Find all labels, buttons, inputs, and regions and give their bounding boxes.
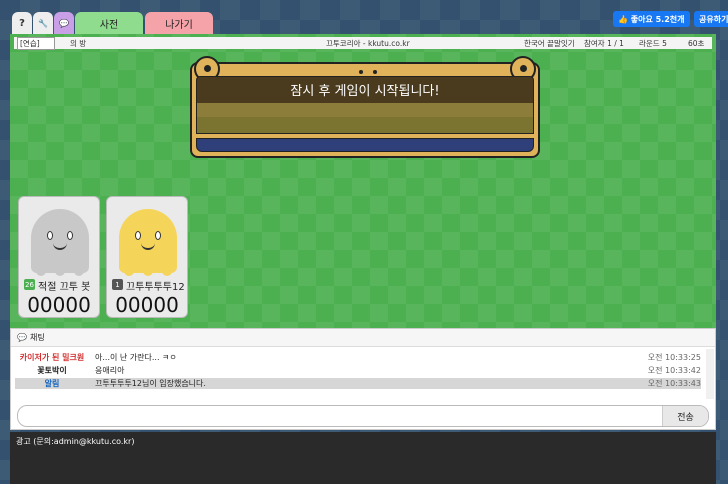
facebook-like-label: 👍 좋아요 5.2천개 (618, 14, 685, 24)
help-button[interactable]: ? (12, 12, 32, 34)
room-id: [연습] (17, 36, 55, 50)
board-display: 잠시 후 게임이 시작됩니다! (196, 76, 534, 134)
avatar-eye (67, 231, 73, 240)
chat-message: 꽃토박이 응애리아 오전 10:33:42 (15, 365, 701, 376)
round-count: 라운드 5 (639, 38, 667, 48)
tab-exit[interactable]: 나가기 (145, 12, 213, 34)
chat-scrollbar[interactable] (706, 349, 714, 399)
chat-message: 카이저가 된 밀크원 아...이 난 가란다... ㅋㅇ 오전 10:33:25 (15, 352, 701, 363)
chat-time: 오전 10:33:42 (647, 366, 701, 375)
time-limit: 60초 (688, 38, 705, 48)
site-title: 끄투코리아 - kkutu.co.kr (326, 38, 410, 48)
player-level-badge: 1 (112, 279, 123, 290)
room-label: 의 방 (70, 38, 87, 48)
chat-time: 오전 10:33:25 (647, 353, 701, 362)
settings-button[interactable]: 🔧 (33, 12, 53, 34)
chat-author: 알림 (44, 379, 60, 388)
avatar-mouth (141, 243, 155, 250)
player-avatar (119, 209, 177, 276)
ad-banner: 광고 (문의:admin@kkutu.co.kr) (10, 432, 716, 484)
send-button[interactable]: 전송 (662, 406, 708, 426)
tab-dictionary-label: 사전 (99, 19, 119, 31)
tab-dictionary[interactable]: 사전 (75, 12, 143, 34)
chat-icon: 💬 (17, 333, 27, 342)
chat-text: 아...이 난 가란다... ㅋㅇ (95, 353, 177, 362)
chat-time: 오전 10:33:43 (647, 379, 701, 388)
chat-text: 끄투투투투12님이 입장했습니다. (95, 379, 206, 388)
board-timer-bar (196, 138, 534, 152)
help-icon: ? (19, 17, 25, 29)
facebook-share-label: 공유하기 (699, 14, 728, 24)
game-board: 잠시 후 게임이 시작됩니다! (190, 56, 540, 158)
player-name: 끄투투투투12 (126, 282, 185, 293)
chat-author[interactable]: 꽃토박이 (15, 365, 89, 376)
game-room: [연습] 의 방 끄투코리아 - kkutu.co.kr 한국어 끝말잇기 참여… (10, 34, 716, 328)
board-strip-lower (197, 117, 533, 133)
game-mode: 한국어 끝말잇기 (524, 38, 575, 48)
board-message: 잠시 후 게임이 시작됩니다! (290, 83, 440, 99)
top-bar: ? 🔧 💬 사전 나가기 👍 좋아요 5.2천개 공유하기 (0, 0, 728, 34)
player-avatar (31, 209, 89, 276)
player-score: 00000 (27, 293, 91, 317)
chat-title: 채팅 (29, 333, 45, 342)
player-name: 적절 끄투 봇 (38, 282, 91, 293)
facebook-like-button[interactable]: 👍 좋아요 5.2천개 (613, 11, 690, 27)
chat-text: 응애리아 (95, 366, 125, 375)
chat-bubble-icon: 💬 (59, 18, 69, 28)
chat-input-wrap: 전송 (17, 405, 709, 427)
avatar-eye (47, 231, 53, 240)
chat-toggle-button[interactable]: 💬 (54, 12, 74, 34)
player-level-badge: 26 (24, 279, 35, 290)
chat-header: 💬 채팅 (11, 329, 715, 347)
player-card[interactable]: 26 적절 끄투 봇 00000 (18, 196, 100, 318)
board-strip-upper (197, 103, 533, 117)
player-score: 00000 (115, 293, 179, 317)
chat-author[interactable]: 카이저가 된 밀크원 (15, 352, 89, 363)
facebook-share-button[interactable]: 공유하기 (694, 11, 728, 27)
avatar-eye (155, 231, 161, 240)
room-info-bar: [연습] 의 방 끄투코리아 - kkutu.co.kr 한국어 끝말잇기 참여… (14, 36, 712, 50)
player-card[interactable]: 1 끄투투투투12 00000 (106, 196, 188, 318)
chat-input[interactable] (24, 408, 654, 424)
chat-notice: 알림 끄투투투투12님이 입장했습니다. 오전 10:33:43 (15, 378, 701, 389)
wrench-icon: 🔧 (38, 18, 48, 28)
chat-panel: 💬 채팅 카이저가 된 밀크원 아...이 난 가란다... ㅋㅇ 오전 10:… (10, 328, 716, 430)
ad-text: 광고 (문의:admin@kkutu.co.kr) (16, 437, 135, 446)
avatar-eye (135, 231, 141, 240)
tab-exit-label: 나가기 (165, 19, 193, 31)
avatar-mouth (53, 243, 67, 250)
player-count: 참여자 1 / 1 (584, 38, 624, 48)
